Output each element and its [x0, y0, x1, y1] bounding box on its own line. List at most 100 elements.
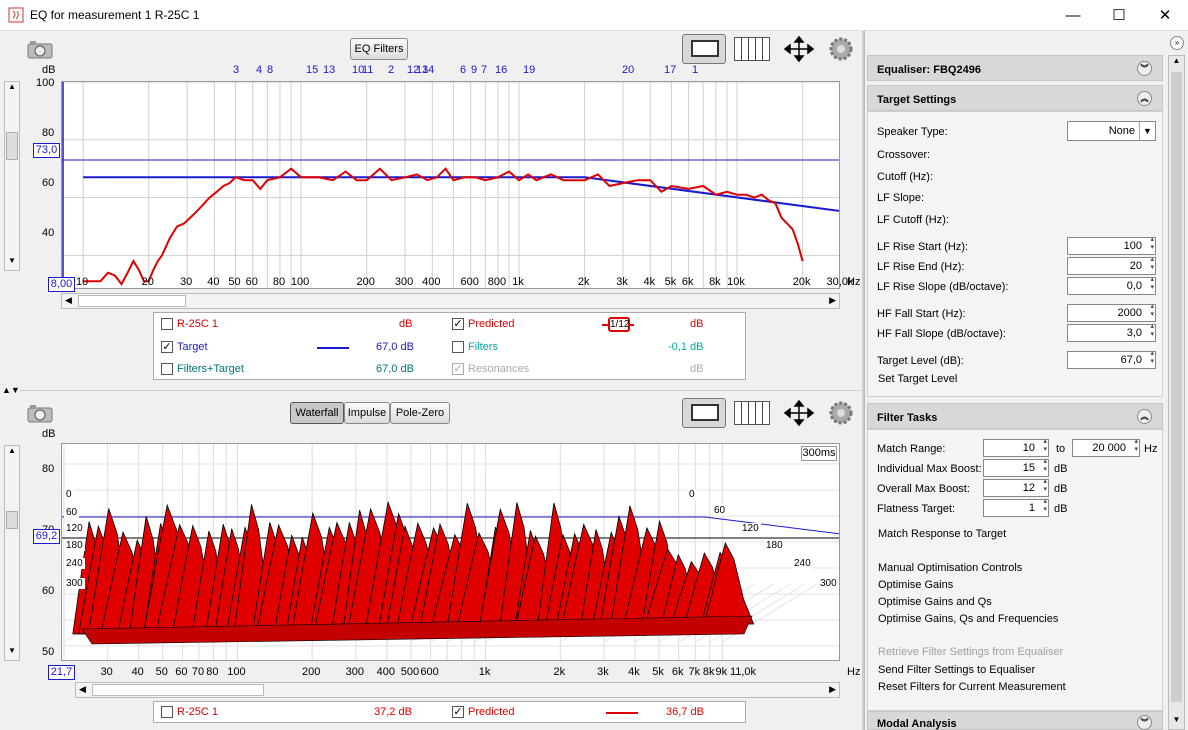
x-tick: Hz: [847, 666, 861, 678]
filters-label: Filters: [468, 341, 498, 353]
settings-gear-icon[interactable]: [828, 36, 854, 62]
hf-fall-slope-field[interactable]: 3,0: [1067, 323, 1156, 342]
camera-icon[interactable]: [26, 39, 54, 59]
splitter-line[interactable]: [20, 390, 862, 391]
filter-number[interactable]: 16: [495, 64, 507, 76]
dropdown-arrow-icon[interactable]: ▼: [1139, 122, 1155, 140]
set-target-level-link[interactable]: Set Target Level: [878, 373, 957, 385]
resonances-checkbox[interactable]: ✓: [452, 363, 464, 375]
x-tick: 400: [422, 276, 441, 288]
x-tick: 10: [75, 276, 89, 288]
x-tick: 8k: [709, 276, 721, 288]
manual-optimisation-link[interactable]: Manual Optimisation Controls: [878, 562, 1022, 574]
maximize-button[interactable]: ☐: [1096, 0, 1142, 31]
r25c-label: R-25C 1: [177, 706, 218, 718]
filters-checkbox[interactable]: [452, 341, 464, 353]
optimise-gains-qs-link[interactable]: Optimise Gains and Qs: [878, 596, 992, 608]
modal-analysis-header[interactable]: Modal Analysis ︾: [867, 711, 1163, 730]
filter-number[interactable]: 11: [362, 64, 373, 76]
filter-number[interactable]: 8: [267, 64, 273, 76]
lf-rise-slope-field[interactable]: 0,0: [1067, 276, 1156, 295]
time-slice-label: 120: [740, 523, 761, 534]
close-button[interactable]: ✕: [1142, 0, 1188, 31]
filter-number[interactable]: 3: [233, 64, 239, 76]
x-tick: 100: [290, 276, 310, 288]
lf-rise-end-field[interactable]: 20: [1067, 256, 1156, 275]
chevron-up-icon[interactable]: ︽: [1137, 91, 1152, 106]
x-tick: 30: [100, 666, 113, 678]
right-panel-scrollbar[interactable]: ▲ ▼: [1168, 55, 1185, 730]
x-tick: 40: [207, 276, 220, 288]
chevron-down-icon[interactable]: ︾: [1137, 715, 1152, 730]
x-axis-ticks: 30 40 50 60 70 80 100 200 300 400 500 600 1k 2k 3k 4k 5k…: [0, 666, 862, 680]
speaker-type-select[interactable]: None ▼: [1067, 121, 1156, 141]
x-axis-ticks: 10 20 30 40 50 60 80 100 200 300 400 600 800 1k 2k 3k 4k…: [0, 276, 862, 290]
r25c-checkbox[interactable]: [161, 706, 173, 718]
x-tick: 400: [376, 666, 396, 678]
equaliser-header[interactable]: Equaliser: FBQ2496 ︾: [867, 55, 1163, 81]
overall-max-boost-field[interactable]: 12: [983, 478, 1049, 497]
hf-fall-slope-label: HF Fall Slope (dB/octave):: [877, 328, 1006, 340]
x-tick: 600: [460, 276, 479, 288]
target-settings-header[interactable]: Target Settings ︽: [867, 85, 1163, 111]
x-tick: 7k: [688, 666, 701, 678]
filter-number[interactable]: 2: [388, 64, 394, 76]
predicted-checkbox[interactable]: ✓: [452, 706, 464, 718]
match-range-from-field[interactable]: 10: [983, 438, 1049, 457]
to-label: to: [1056, 443, 1066, 455]
predicted-checkbox[interactable]: ✓: [452, 318, 464, 330]
filter-number[interactable]: 1: [692, 64, 698, 76]
match-range-label: Match Range:: [877, 443, 946, 455]
x-tick: 30: [179, 276, 193, 288]
time-slice-label: 180: [764, 540, 785, 551]
lf-rise-start-field[interactable]: 100: [1067, 236, 1156, 255]
layout-grid-icon[interactable]: [734, 37, 770, 61]
y-tick: 80: [42, 127, 55, 139]
chevron-down-icon[interactable]: ︾: [1137, 61, 1152, 76]
target-checkbox[interactable]: ✓: [161, 341, 173, 353]
filter-number[interactable]: 13: [323, 64, 335, 76]
chevron-up-icon[interactable]: ︽: [1137, 409, 1152, 424]
move-arrows-icon[interactable]: [782, 35, 816, 63]
filter-number[interactable]: 15: [306, 64, 318, 76]
eq-filters-button[interactable]: EQ Filters: [350, 38, 408, 60]
optimise-gains-link[interactable]: Optimise Gains: [878, 579, 953, 591]
match-range-to-field[interactable]: 20 000: [1072, 438, 1140, 457]
filter-number[interactable]: 19: [523, 64, 535, 76]
retrieve-settings-link[interactable]: Retrieve Filter Settings from Equaliser: [878, 646, 1063, 658]
optimise-all-link[interactable]: Optimise Gains, Qs and Frequencies: [878, 613, 1058, 625]
smoothing-badge[interactable]: 1/12: [608, 317, 630, 332]
filter-number[interactable]: 4: [256, 64, 262, 76]
filter-number[interactable]: 7: [481, 64, 487, 76]
reset-filters-link[interactable]: Reset Filters for Current Measurement: [878, 681, 1066, 693]
minimize-button[interactable]: —: [1050, 0, 1096, 31]
filter-number[interactable]: 9: [471, 64, 477, 76]
x-tick: 200: [301, 666, 321, 678]
splitter-arrows-icon[interactable]: ▲▼: [2, 385, 20, 395]
time-slice-label: 300: [64, 578, 85, 589]
bottom-horizontal-scrollbar[interactable]: ◀ ▶: [75, 682, 840, 698]
flatness-target-field[interactable]: 1: [983, 498, 1049, 517]
target-settings-body: Speaker Type: None ▼ Crossover: Cutoff (…: [867, 111, 1163, 397]
time-slice-label: 180: [64, 540, 85, 551]
individual-max-boost-field[interactable]: 15: [983, 458, 1049, 477]
filter-number[interactable]: 20: [622, 64, 634, 76]
top-vertical-scrollbar[interactable]: ▲ ▼: [4, 81, 20, 271]
filters-target-checkbox[interactable]: [161, 363, 173, 375]
expand-panel-icon[interactable]: »: [1170, 36, 1184, 50]
hf-fall-start-field[interactable]: 2000: [1067, 303, 1156, 322]
filter-number[interactable]: 14: [422, 64, 434, 76]
top-horizontal-scrollbar[interactable]: ◀ ▶: [61, 293, 840, 309]
time-slice-label: 240: [64, 558, 85, 569]
layout-single-icon[interactable]: [682, 34, 726, 64]
send-settings-link[interactable]: Send Filter Settings to Equaliser: [878, 664, 1035, 676]
overall-max-boost-label: Overall Max Boost:: [877, 483, 970, 495]
filter-tasks-header[interactable]: Filter Tasks ︽: [867, 403, 1163, 429]
filter-number[interactable]: 6: [460, 64, 466, 76]
match-response-link[interactable]: Match Response to Target: [878, 528, 1006, 540]
target-level-field[interactable]: 67,0: [1067, 350, 1156, 369]
r25c-checkbox[interactable]: [161, 318, 173, 330]
frequency-response-plot[interactable]: [61, 81, 840, 289]
x-tick: 1k: [512, 276, 524, 288]
filter-number[interactable]: 17: [664, 64, 676, 76]
